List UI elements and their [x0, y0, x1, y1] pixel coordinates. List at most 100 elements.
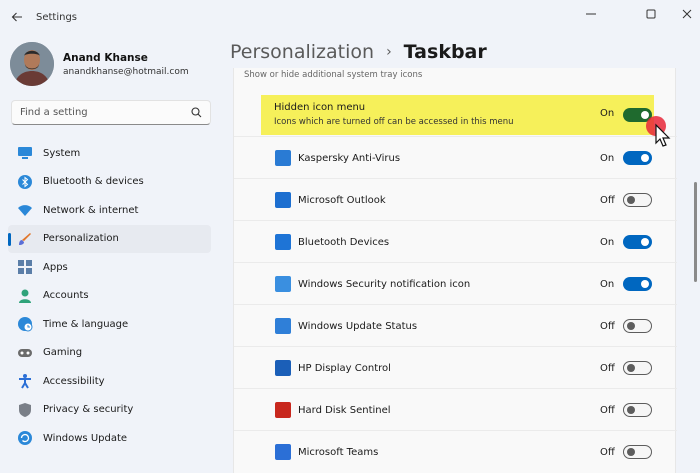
sidebar-item-privacy[interactable]: Privacy & security	[8, 396, 211, 425]
toggle-switch[interactable]	[623, 445, 652, 459]
toggle-state: Off	[600, 320, 615, 332]
sidebar-item-accessibility[interactable]: Accessibility	[8, 367, 211, 396]
apps-icon	[17, 259, 33, 275]
kaspersky-icon	[275, 150, 291, 166]
sidebar-item-label: Privacy & security	[43, 404, 134, 416]
tray-icon-row[interactable]: Bluetooth Devices On	[234, 221, 677, 263]
tray-icon-row[interactable]: Windows Security notification icon On	[234, 263, 677, 305]
person-icon	[17, 288, 33, 304]
sidebar-item-time-language[interactable]: Time & language	[8, 310, 211, 339]
globe-clock-icon	[17, 316, 33, 332]
back-arrow-icon	[11, 12, 22, 22]
wifi-icon	[17, 202, 33, 218]
scrollbar[interactable]	[694, 182, 697, 282]
tray-icon-row[interactable]: Microsoft Outlook Off	[234, 179, 677, 221]
teams-icon	[275, 444, 291, 460]
toggle-switch[interactable]	[623, 235, 652, 249]
sidebar-item-system[interactable]: System	[8, 139, 211, 168]
bluetooth-icon	[275, 234, 291, 250]
outlook-icon	[275, 192, 291, 208]
row-description: Icons which are turned off can be access…	[274, 117, 514, 127]
profile-email: anandkhanse@hotmail.com	[63, 66, 189, 77]
tray-icon-row[interactable]: HP Display Control Off	[234, 347, 677, 389]
hidden-icon-menu-row[interactable]: Hidden icon menu Icons which are turned …	[261, 95, 654, 135]
sidebar-nav: System Bluetooth & devices Network & int…	[8, 139, 211, 453]
gamepad-icon	[17, 345, 33, 361]
row-label: HP Display Control	[298, 362, 391, 374]
sidebar-item-label: Time & language	[43, 318, 129, 330]
toggle-state: Off	[600, 404, 615, 416]
disk-sentinel-icon	[275, 402, 291, 418]
toggle-state: Off	[600, 194, 615, 206]
toggle-state: Off	[600, 446, 615, 458]
bluetooth-icon	[17, 174, 33, 190]
chevron-right-icon: ›	[386, 44, 392, 60]
sidebar-item-label: Bluetooth & devices	[43, 176, 144, 188]
toggle-state: On	[600, 236, 615, 248]
avatar	[10, 42, 54, 86]
toggle-switch[interactable]	[623, 319, 652, 333]
brush-icon	[17, 231, 33, 247]
settings-panel: Show or hide additional system tray icon…	[233, 68, 677, 473]
tray-icon-row[interactable]: Kaspersky Anti-Virus On	[234, 137, 677, 179]
toggle-switch[interactable]	[623, 193, 652, 207]
minimize-button[interactable]	[572, 0, 610, 28]
hp-display-icon	[275, 360, 291, 376]
row-title: Hidden icon menu	[274, 102, 366, 113]
search-icon[interactable]	[191, 107, 202, 118]
section-subtitle: Show or hide additional system tray icon…	[244, 70, 423, 80]
page-title: Taskbar	[403, 41, 487, 63]
toggle-switch[interactable]	[623, 361, 652, 375]
update-icon	[17, 430, 33, 446]
search-input[interactable]	[20, 107, 185, 118]
sidebar-item-label: Gaming	[43, 347, 83, 359]
sidebar-item-bluetooth[interactable]: Bluetooth & devices	[8, 168, 211, 197]
row-label: Microsoft Teams	[298, 446, 379, 458]
search-box[interactable]	[11, 100, 211, 125]
sidebar-item-apps[interactable]: Apps	[8, 253, 211, 282]
tray-icon-row[interactable]: Microsoft Teams Off	[234, 431, 677, 473]
sidebar-item-label: Windows Update	[43, 432, 128, 444]
toggle-state: On	[600, 108, 615, 119]
minimize-icon	[586, 13, 596, 15]
maximize-icon	[646, 9, 656, 19]
close-icon	[682, 9, 691, 19]
breadcrumb: Personalization › Taskbar	[230, 41, 487, 63]
sidebar-item-label: Personalization	[43, 233, 119, 245]
cursor-icon	[646, 116, 671, 147]
security-icon	[275, 276, 291, 292]
sidebar-item-label: Accessibility	[43, 375, 105, 387]
user-profile[interactable]: Anand Khanse anandkhanse@hotmail.com	[10, 42, 189, 86]
sidebar-item-label: Accounts	[43, 290, 89, 302]
update-icon	[275, 318, 291, 334]
row-label: Microsoft Outlook	[298, 194, 386, 206]
row-label: Windows Security notification icon	[298, 278, 471, 290]
toggle-state: On	[600, 152, 615, 164]
close-button[interactable]	[673, 0, 700, 28]
sidebar-item-label: Network & internet	[43, 204, 139, 216]
sidebar-item-accounts[interactable]: Accounts	[8, 282, 211, 311]
tray-icon-row[interactable]: Windows Update Status Off	[234, 305, 677, 347]
row-label: Bluetooth Devices	[298, 236, 390, 248]
monitor-icon	[17, 145, 33, 161]
row-label: Kaspersky Anti-Virus	[298, 152, 401, 164]
row-label: Windows Update Status	[298, 320, 418, 332]
toggle-state: Off	[600, 362, 615, 374]
sidebar-item-personalization[interactable]: Personalization	[8, 224, 211, 253]
toggle-switch[interactable]	[623, 403, 652, 417]
shield-icon	[17, 402, 33, 418]
back-button[interactable]	[0, 0, 34, 34]
breadcrumb-parent[interactable]: Personalization	[230, 41, 374, 63]
sidebar-item-gaming[interactable]: Gaming	[8, 339, 211, 368]
sidebar-item-network[interactable]: Network & internet	[8, 196, 211, 225]
sidebar-item-windows-update[interactable]: Windows Update	[8, 424, 211, 453]
user-photo-icon	[10, 42, 54, 86]
tray-icon-row[interactable]: Hard Disk Sentinel Off	[234, 389, 677, 431]
maximize-button[interactable]	[632, 0, 670, 28]
profile-name: Anand Khanse	[63, 51, 148, 64]
row-label: Hard Disk Sentinel	[298, 404, 391, 416]
toggle-switch[interactable]	[623, 151, 652, 165]
sidebar-item-label: Apps	[43, 261, 68, 273]
toggle-switch[interactable]	[623, 277, 652, 291]
sidebar-item-label: System	[43, 147, 81, 159]
